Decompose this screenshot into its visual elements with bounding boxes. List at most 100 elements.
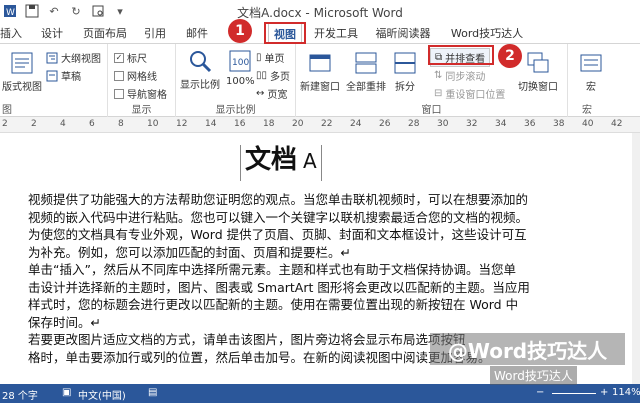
page-width-label: 页宽 bbox=[267, 90, 288, 101]
ruler-checkbox[interactable]: ✓ 标尺 bbox=[114, 50, 147, 65]
tab-page-layout[interactable]: 页面布局 bbox=[82, 22, 128, 44]
tab-developer[interactable]: 开发工具 bbox=[314, 22, 358, 44]
side-by-side-highlight bbox=[428, 45, 494, 65]
proofing-icon[interactable]: ▣ bbox=[62, 387, 71, 398]
web-layout-button[interactable]: 版式视图 bbox=[2, 50, 42, 93]
switch-window-icon bbox=[527, 52, 549, 73]
ruler-number: 34 bbox=[495, 119, 507, 129]
ruler-number: 2 bbox=[2, 119, 8, 129]
switch-window-button[interactable]: 切换窗口 bbox=[518, 50, 558, 93]
reset-window-icon: ⊟ bbox=[434, 88, 443, 99]
word-count[interactable]: 28 个字 bbox=[2, 387, 38, 402]
body-line-7: 样式时，您的标题会进行更改以匹配新的主题。使用在需要位置出现的新按钮在 Word… bbox=[28, 297, 519, 312]
step-badge-1: 1 bbox=[228, 19, 252, 43]
multi-page-button[interactable]: ▯▯ 多页 bbox=[256, 68, 290, 83]
ruler-number: 36 bbox=[524, 119, 536, 129]
ruler-number: 22 bbox=[321, 119, 333, 129]
step-badge-2: 2 bbox=[498, 44, 522, 68]
ruler-number: 42 bbox=[611, 119, 623, 129]
page-width-icon: ↔ bbox=[256, 88, 265, 99]
multi-page-label: 多页 bbox=[270, 72, 291, 83]
sync-scroll-button[interactable]: ⇅ 同步滚动 bbox=[434, 68, 485, 83]
reset-window-label: 重设窗口位置 bbox=[445, 90, 506, 101]
draft-view-label: 草稿 bbox=[61, 72, 81, 83]
ruler-number: 38 bbox=[553, 119, 565, 129]
horizontal-ruler[interactable]: 2 2 4 6 8 10 12 14 16 18 20 22 24 26 28 30 32 34 36 38 40 42 bbox=[0, 117, 640, 133]
body-line-4: 为补充。例如，您可以添加匹配的封面、页眉和提要栏。↵ bbox=[28, 244, 351, 260]
outline-view-button[interactable]: 大纲视图 bbox=[46, 50, 101, 65]
page-width-button[interactable]: ↔ 页宽 bbox=[256, 86, 287, 101]
document-title[interactable]: 文档 A bbox=[240, 145, 322, 181]
split-icon bbox=[394, 52, 416, 74]
zoom-100-button[interactable]: 100 100% bbox=[226, 48, 255, 87]
magnifier-icon bbox=[190, 51, 212, 73]
ruler-check-icon: ✓ bbox=[114, 52, 124, 63]
ruler-number: 26 bbox=[379, 119, 391, 129]
macro-icon bbox=[580, 54, 602, 72]
title-bar: W ↶ ↻ ▾ 文档A.docx - Microsoft Word bbox=[0, 0, 640, 22]
zoom-button[interactable]: 显示比例 bbox=[180, 48, 220, 91]
macros-group: 宏 宏 bbox=[568, 44, 640, 118]
nav-pane-checkbox[interactable]: 导航窗格 bbox=[114, 86, 167, 101]
ruler-number: 14 bbox=[205, 119, 217, 129]
zoom-slider[interactable] bbox=[552, 393, 596, 394]
split-label: 拆分 bbox=[395, 82, 415, 93]
body-line-2: 视频的嵌入代码中进行粘贴。您也可以键入一个关键字以联机搜索最适合您的文档的视频。 bbox=[28, 209, 529, 225]
zoom-in-icon[interactable]: + bbox=[600, 387, 608, 398]
sync-scroll-label: 同步滚动 bbox=[445, 72, 486, 83]
ribbon-tabs: 插入 设计 页面布局 引用 邮件 审阅 视图 开发工具 福昕阅读器 Word技巧… bbox=[0, 22, 640, 44]
arrange-all-button[interactable]: 全部重排 bbox=[346, 50, 386, 93]
multi-page-icon: ▯▯ bbox=[256, 70, 268, 81]
ruler-number: 6 bbox=[89, 119, 95, 129]
ruler-number: 12 bbox=[176, 119, 188, 129]
svg-text:100: 100 bbox=[232, 58, 249, 68]
body-line-5: 单击“插入”，然后从不同库中选择所需元素。主题和样式也有助于文档保持协调。当您单 bbox=[28, 262, 516, 277]
tab-design[interactable]: 设计 bbox=[38, 22, 66, 44]
outline-icon bbox=[46, 52, 58, 63]
draft-icon bbox=[46, 70, 58, 81]
gridlines-checkbox[interactable]: 网格线 bbox=[114, 68, 157, 83]
ruler-number: 28 bbox=[408, 119, 420, 129]
zoom-100-label: 100% bbox=[226, 76, 255, 87]
zoom-group-label: 显示比例 bbox=[215, 105, 256, 116]
window-group-label: 窗口 bbox=[421, 105, 442, 116]
body-line-3: 为使您的文档具有专业外观，Word 提供了页眉、页脚、封面和文本框设计，这些设计… bbox=[28, 227, 527, 242]
new-window-button[interactable]: 新建窗口 bbox=[300, 50, 340, 93]
vertical-scrollbar[interactable] bbox=[632, 133, 640, 384]
watermark-banner: @Word技巧达人 bbox=[430, 333, 625, 365]
macros-button[interactable]: 宏 bbox=[578, 50, 604, 93]
gridlines-check-icon bbox=[114, 70, 124, 81]
tab-references[interactable]: 引用 bbox=[142, 22, 168, 44]
reset-window-position-button[interactable]: ⊟ 重设窗口位置 bbox=[434, 86, 505, 101]
status-bar: 28 个字 ▣ 中文(中国) ▤ − + 114% bbox=[0, 384, 640, 403]
macros-group-label: 宏 bbox=[582, 105, 592, 116]
tab-mailings[interactable]: 邮件 bbox=[184, 22, 210, 44]
ruler-number: 2 bbox=[31, 119, 37, 129]
ruler-number: 18 bbox=[263, 119, 275, 129]
split-button[interactable]: 拆分 bbox=[392, 50, 418, 93]
language-indicator[interactable]: 中文(中国) bbox=[78, 387, 126, 402]
ruler-number: 40 bbox=[582, 119, 594, 129]
zoom-out-icon[interactable]: − bbox=[536, 387, 544, 398]
tab-word-tips[interactable]: Word技巧达人 bbox=[446, 22, 528, 44]
new-window-label: 新建窗口 bbox=[300, 82, 340, 93]
zoom-percent[interactable]: 114% bbox=[612, 387, 640, 398]
tab-insert[interactable]: 插入 bbox=[0, 22, 22, 44]
one-page-button[interactable]: ▯ 单页 bbox=[256, 50, 285, 65]
macro-record-icon[interactable]: ▤ bbox=[148, 387, 157, 398]
draft-view-button[interactable]: 草稿 bbox=[46, 68, 81, 83]
body-line-8: 保存时间。↵ bbox=[28, 314, 101, 330]
tab-foxit-reader[interactable]: 福昕阅读器 bbox=[374, 22, 432, 44]
ruler-number: 8 bbox=[118, 119, 124, 129]
body-line-6: 击设计并选择新的主题时，图片、图表或 SmartArt 图形将会更改以匹配新的主… bbox=[28, 279, 530, 295]
views-group-label: 图 bbox=[2, 105, 12, 116]
ruler-number: 30 bbox=[437, 119, 449, 129]
body-line-1: 视频提供了功能强大的方法帮助您证明您的观点。当您单击联机视频时，可以在想要添加的 bbox=[28, 192, 529, 207]
new-window-icon bbox=[309, 54, 331, 72]
nav-pane-label: 导航窗格 bbox=[127, 90, 167, 101]
nav-pane-check-icon bbox=[114, 88, 124, 99]
ribbon: 版式视图 大纲视图 草稿 图 ✓ 标尺 网格线 导航窗格 显示 显示比例 100… bbox=[0, 43, 640, 118]
hundred-percent-icon: 100 bbox=[229, 50, 251, 72]
gridlines-label: 网格线 bbox=[127, 72, 157, 83]
arrange-all-label: 全部重排 bbox=[346, 82, 386, 93]
